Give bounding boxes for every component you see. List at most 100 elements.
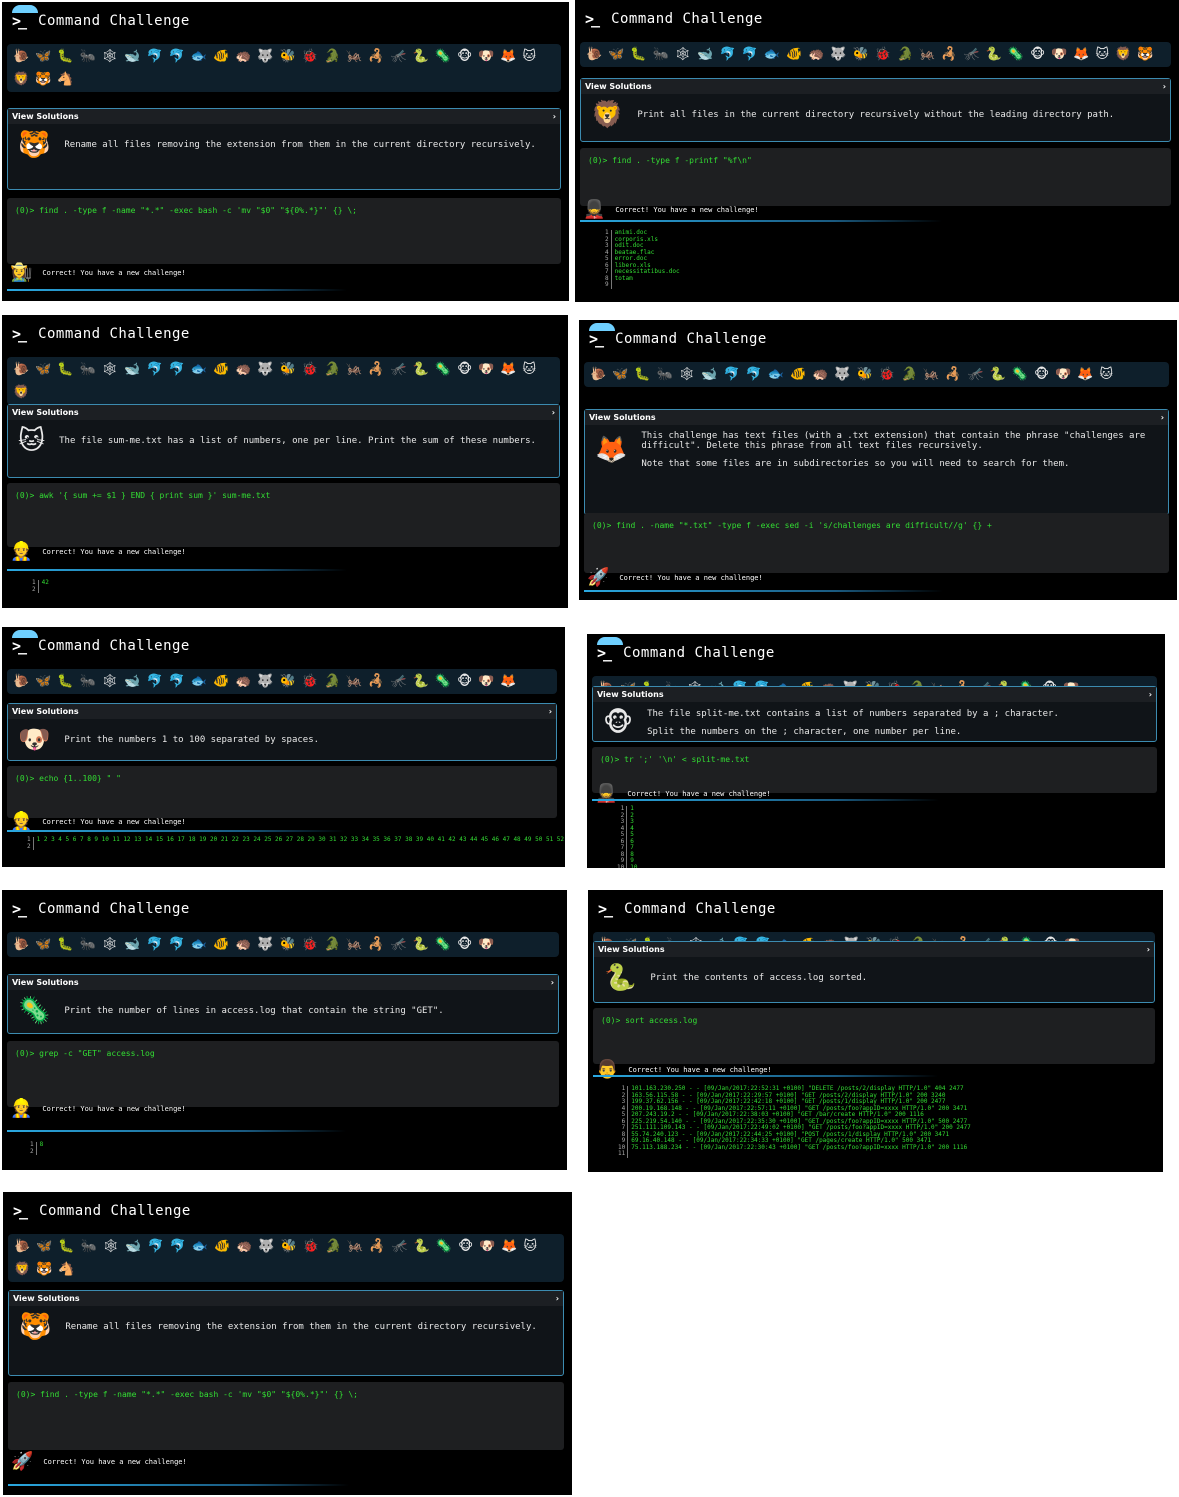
view-solutions-bar[interactable]: View Solutions › [585, 410, 1168, 425]
challenge-icon[interactable]: 🐌 [586, 45, 602, 64]
challenge-icon[interactable]: 🦟 [391, 672, 407, 691]
challenge-icon[interactable]: 🐺 [257, 47, 273, 66]
challenge-icon[interactable]: 🐠 [213, 47, 229, 66]
challenge-icon[interactable]: 🕸 [679, 365, 696, 384]
challenge-icon[interactable]: 🐬 [146, 672, 162, 691]
challenge-icon[interactable]: 🐶 [478, 360, 494, 379]
challenge-icon[interactable]: 🦋 [35, 672, 51, 691]
challenge-icon[interactable]: 🐊 [901, 365, 917, 384]
challenge-icon[interactable]: 🦗 [923, 365, 939, 384]
challenge-icon[interactable]: 🦟 [964, 45, 980, 64]
challenge-icon[interactable]: 🐱 [1099, 365, 1113, 384]
challenge-icon[interactable]: 🦠 [1008, 45, 1024, 64]
challenge-icon[interactable]: 🐟 [191, 935, 207, 954]
challenge-icon[interactable]: 🐜 [81, 1237, 97, 1256]
challenge-icon[interactable]: 🕸 [675, 45, 692, 64]
chevron-right-icon[interactable]: › [549, 707, 552, 716]
command-text[interactable]: find . -type f -name "*.*" -exec bash -c… [40, 1390, 358, 1399]
challenge-icon[interactable]: 🦊 [500, 47, 516, 66]
challenge-icon[interactable]: 🦋 [608, 45, 624, 64]
challenge-icon[interactable]: 🐌 [13, 935, 29, 954]
challenge-icon[interactable]: 🐝 [280, 935, 296, 954]
challenge-icon[interactable]: 🐬 [169, 672, 185, 691]
challenge-icon[interactable]: 🦊 [500, 360, 516, 379]
challenge-icon[interactable]: 🐺 [834, 365, 850, 384]
challenge-icon[interactable]: 🐬 [169, 47, 185, 66]
challenge-icon[interactable]: 🐛 [57, 935, 73, 954]
challenge-icon[interactable]: 🦂 [368, 47, 384, 66]
challenge-icon[interactable]: 🐠 [786, 45, 802, 64]
challenge-icon[interactable]: 🦠 [435, 672, 451, 691]
challenge-icon[interactable]: 🐛 [634, 365, 650, 384]
chevron-right-icon[interactable]: › [553, 112, 556, 121]
view-solutions-label[interactable]: View Solutions [12, 112, 79, 121]
command-text[interactable]: awk '{ sum += $1 } END { print sum }' su… [39, 491, 270, 500]
challenge-icon[interactable]: 🦊 [1077, 365, 1093, 384]
view-solutions-label[interactable]: View Solutions [12, 978, 79, 987]
challenge-icon[interactable]: 🐊 [324, 47, 340, 66]
challenge-icon[interactable]: 🐴 [58, 1260, 74, 1279]
challenge-icon[interactable]: 🦊 [501, 1237, 517, 1256]
challenge-icon[interactable]: 🦊 [1073, 45, 1089, 64]
view-solutions-label[interactable]: View Solutions [585, 82, 652, 91]
challenge-icon[interactable]: 🐟 [764, 45, 780, 64]
challenge-icon[interactable]: 🐯 [35, 70, 51, 89]
challenge-icon[interactable]: 🐟 [191, 47, 207, 66]
challenge-icon[interactable]: 🦔 [236, 1237, 252, 1256]
challenge-icon[interactable]: 🐛 [57, 360, 73, 379]
challenge-icon[interactable]: 🐶 [478, 672, 494, 691]
challenge-icon[interactable]: 🐞 [875, 45, 891, 64]
challenge-icon[interactable]: 🐌 [13, 47, 29, 66]
challenge-icon[interactable]: 🐬 [742, 45, 758, 64]
challenge-icon[interactable]: 🐱 [522, 47, 536, 66]
challenge-icon[interactable]: 🐜 [653, 45, 669, 64]
challenge-icon[interactable]: 🐬 [719, 45, 735, 64]
challenge-icon[interactable]: 🐊 [897, 45, 913, 64]
challenge-icon[interactable]: 🦔 [235, 672, 251, 691]
challenge-icon[interactable]: 🐍 [986, 45, 1002, 64]
chevron-right-icon[interactable]: › [1163, 82, 1166, 91]
challenge-icon[interactable]: 🐴 [57, 70, 73, 89]
challenge-icon[interactable]: 🐋 [697, 45, 713, 64]
challenge-icon[interactable]: 🐞 [302, 47, 318, 66]
challenge-icon[interactable]: 🐍 [413, 672, 429, 691]
challenge-icon[interactable]: 🕸 [102, 672, 119, 691]
challenge-icon[interactable]: 🐱 [523, 1237, 537, 1256]
challenge-icon[interactable]: 🐺 [257, 935, 273, 954]
challenge-icon[interactable]: 🐟 [768, 365, 784, 384]
challenge-icon[interactable]: 🐵 [458, 1237, 473, 1256]
challenge-icon[interactable]: 🐬 [170, 1237, 186, 1256]
view-solutions-bar[interactable]: View Solutions › [581, 79, 1170, 94]
challenge-icon[interactable]: 🦗 [346, 672, 362, 691]
challenge-icon[interactable]: 🐵 [457, 47, 472, 66]
chevron-right-icon[interactable]: › [552, 408, 555, 417]
challenge-icon[interactable]: 🐺 [257, 360, 273, 379]
challenge-icon[interactable]: 🦠 [1012, 365, 1028, 384]
challenge-icon[interactable]: 🐟 [192, 1237, 208, 1256]
challenge-icon[interactable]: 🐬 [723, 365, 739, 384]
challenge-icon[interactable]: 🦔 [235, 935, 251, 954]
challenge-icon[interactable]: 🦗 [347, 1237, 363, 1256]
view-solutions-label[interactable]: View Solutions [12, 408, 79, 417]
challenge-icon[interactable]: 🐠 [214, 1237, 230, 1256]
command-text[interactable]: find . -name "*.txt" -type f -exec sed -… [616, 521, 992, 530]
challenge-icon[interactable]: 🐟 [191, 672, 207, 691]
challenge-icon[interactable]: 🐛 [58, 1237, 74, 1256]
challenge-icon[interactable]: 🐝 [281, 1237, 297, 1256]
challenge-icon[interactable]: 🐬 [169, 360, 185, 379]
challenge-icon[interactable]: 🕸 [102, 47, 119, 66]
challenge-icon[interactable]: 🦔 [235, 47, 251, 66]
view-solutions-bar[interactable]: View Solutions › [9, 1291, 563, 1306]
challenge-icon[interactable]: 🐍 [414, 1237, 430, 1256]
chevron-right-icon[interactable]: › [556, 1294, 559, 1303]
view-solutions-label[interactable]: View Solutions [597, 690, 664, 699]
challenge-icon[interactable]: 🦂 [941, 45, 957, 64]
challenge-icon[interactable]: 🐬 [146, 935, 162, 954]
chevron-right-icon[interactable]: › [551, 978, 554, 987]
challenge-icon[interactable]: 🐋 [124, 47, 140, 66]
challenge-icon[interactable]: 🦋 [612, 365, 628, 384]
challenge-icon[interactable]: 🦠 [435, 47, 451, 66]
command-text[interactable]: find . -type f -name "*.*" -exec bash -c… [39, 206, 357, 215]
challenge-icon[interactable]: 🐱 [522, 360, 536, 379]
challenge-icon[interactable]: 🦊 [500, 672, 516, 691]
